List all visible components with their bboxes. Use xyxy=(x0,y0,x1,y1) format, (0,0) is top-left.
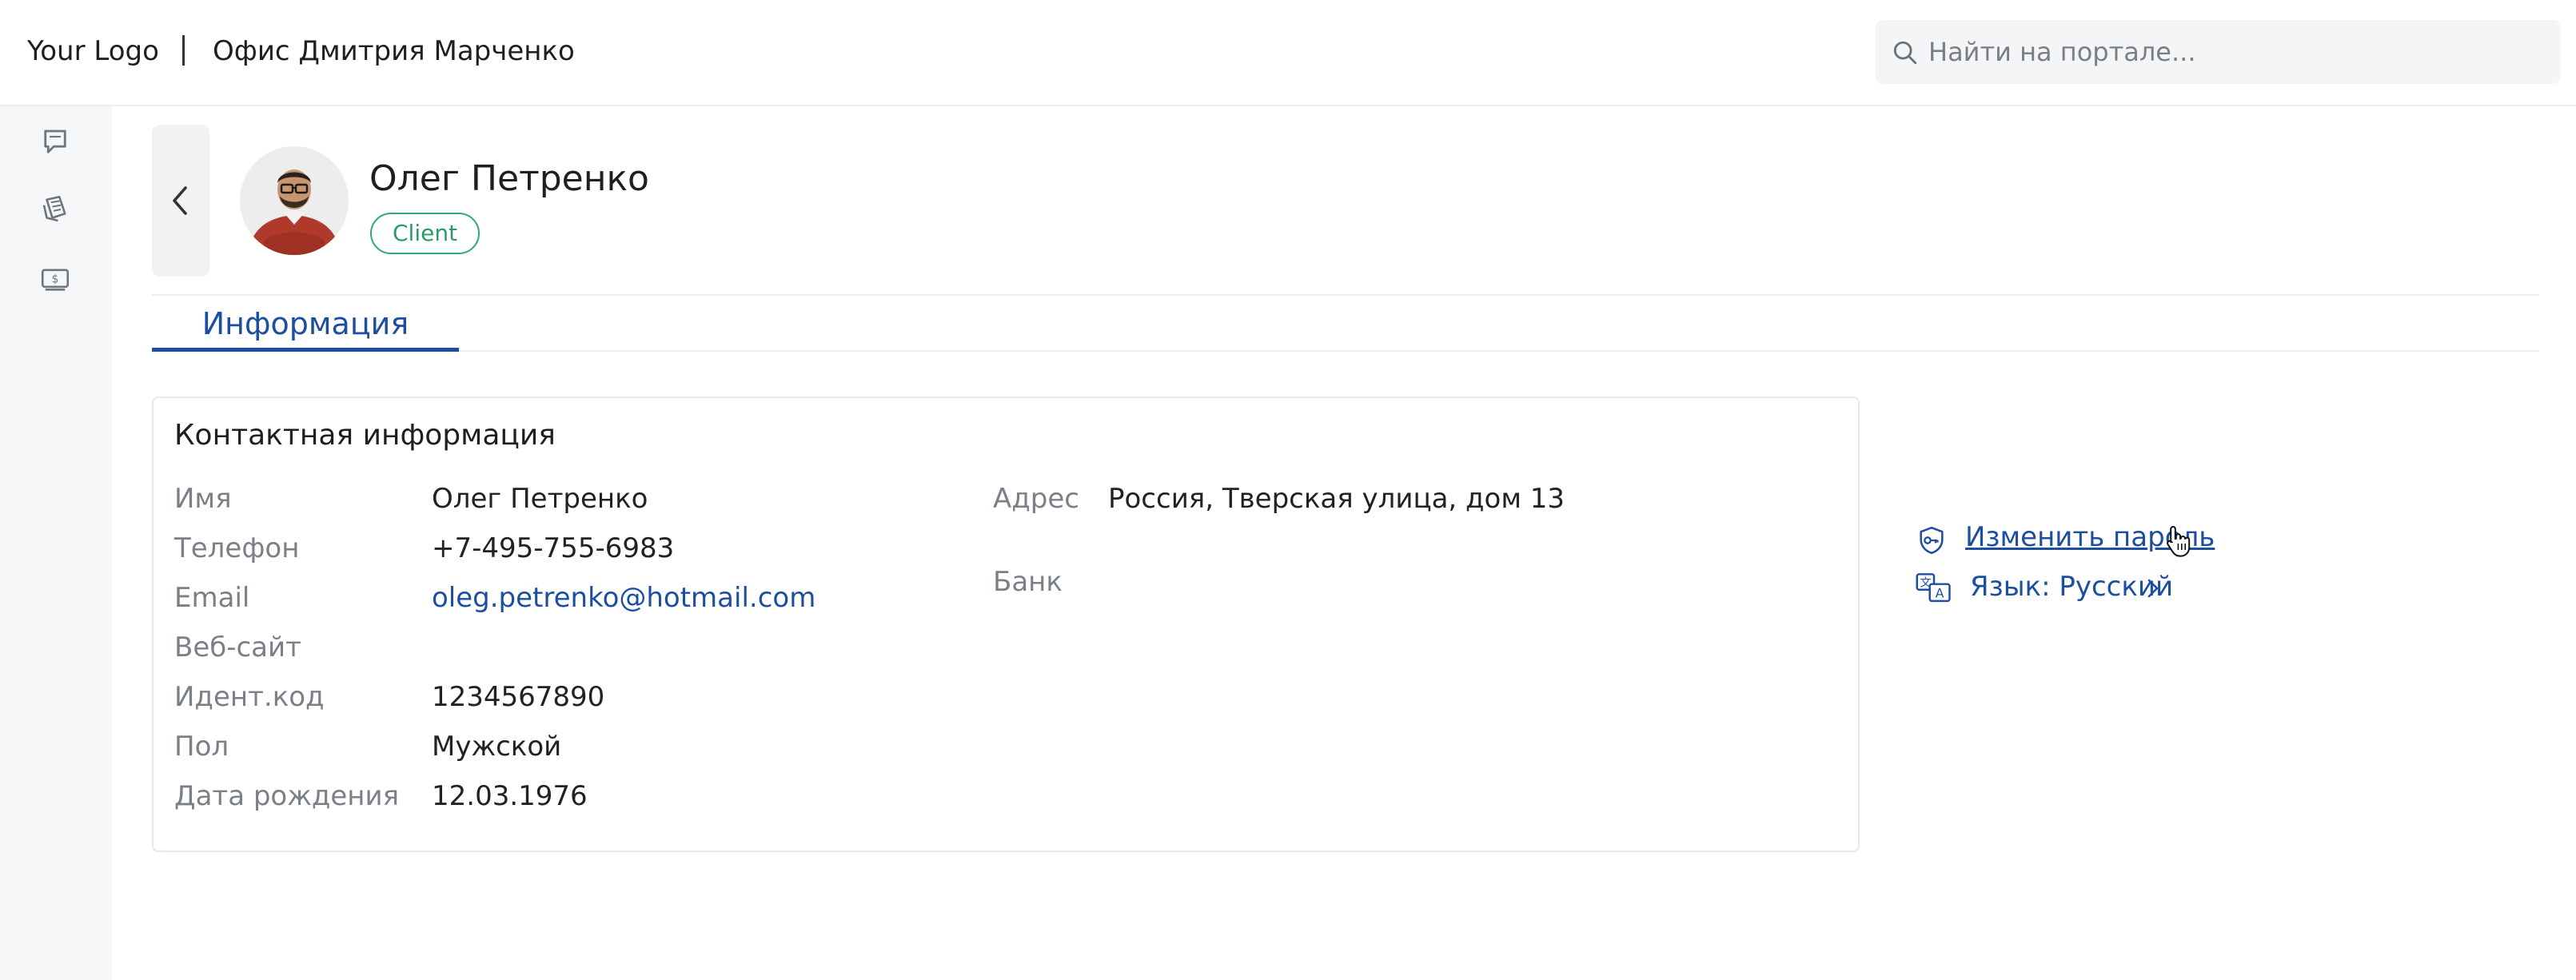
change-password-link[interactable]: Изменить пароль xyxy=(1916,520,2215,560)
field-label-email: Email xyxy=(174,582,250,614)
tickets-icon[interactable] xyxy=(38,193,72,226)
field-value-address: Россия, Тверская улица, дом 13 xyxy=(1108,483,1565,515)
card-title: Контактная информация xyxy=(174,419,556,452)
svg-text:$: $ xyxy=(52,273,59,286)
left-rail: $ xyxy=(0,106,112,980)
tab-information[interactable]: Информация xyxy=(152,297,459,352)
divider xyxy=(152,294,2539,296)
field-label-id-code: Идент.код xyxy=(174,681,325,713)
chevron-right-icon xyxy=(2147,579,2159,598)
translate-icon: 文 A xyxy=(1916,573,1951,603)
field-value-gender: Мужской xyxy=(432,731,562,763)
chat-icon[interactable] xyxy=(38,125,72,159)
back-button[interactable] xyxy=(152,125,209,277)
office-title: Офис Дмитрия Марченко xyxy=(213,35,575,67)
field-label-phone: Телефон xyxy=(174,532,300,564)
contact-info-card: Контактная информация Имя Телефон Email … xyxy=(152,396,1860,852)
field-value-birth-date: 12.03.1976 xyxy=(432,780,588,812)
profile-name: Олег Петренко xyxy=(369,158,649,199)
top-header: Your Logo Офис Дмитрия Марченко xyxy=(0,0,2576,106)
divider xyxy=(459,350,2539,352)
svg-text:A: A xyxy=(1936,586,1944,601)
logo[interactable]: Your Logo xyxy=(27,34,159,69)
field-label-website: Веб-сайт xyxy=(174,631,301,663)
search-box[interactable] xyxy=(1876,20,2560,84)
avatar xyxy=(240,146,349,255)
field-label-birth-date: Дата рождения xyxy=(174,780,400,812)
role-badge: Client xyxy=(370,213,481,254)
field-value-id-code: 1234567890 xyxy=(432,681,605,713)
language-selector[interactable]: 文 A Язык: Русский xyxy=(1916,569,2173,609)
email-link[interactable]: oleg.petrenko@hotmail.com xyxy=(432,580,815,615)
field-label-address: Адрес xyxy=(993,483,1079,515)
field-label-name: Имя xyxy=(174,483,232,515)
chevron-left-icon xyxy=(173,186,187,215)
search-icon xyxy=(1893,41,1917,65)
billing-icon[interactable]: $ xyxy=(38,263,72,297)
shield-key-icon xyxy=(1920,526,1944,555)
header-divider xyxy=(182,35,185,66)
field-value-phone: +7-495-755-6983 xyxy=(432,532,675,564)
field-label-gender: Пол xyxy=(174,731,229,763)
field-value-name: Олег Петренко xyxy=(432,483,648,515)
field-label-bank: Банк xyxy=(993,566,1063,598)
language-label[interactable]: Язык: Русский xyxy=(1970,569,2173,604)
hand-cursor-icon xyxy=(2167,525,2191,557)
search-input[interactable] xyxy=(1928,20,2536,84)
